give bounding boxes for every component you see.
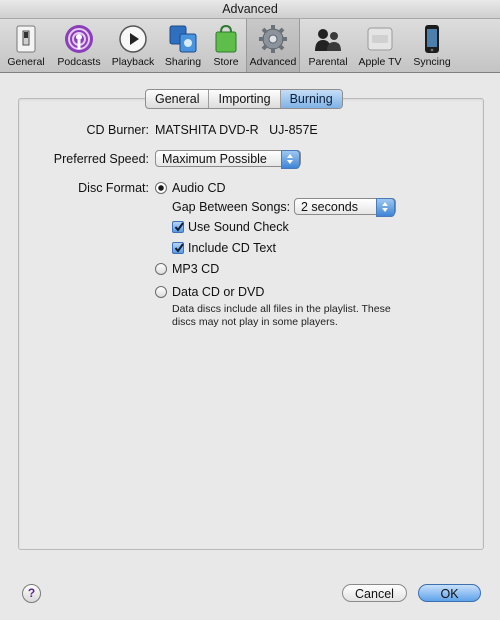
preferences-toolbar: General Podcasts Playback Sharing Store … <box>0 19 500 73</box>
toolbar-item-parental[interactable]: Parental <box>302 19 354 72</box>
store-bag-icon <box>210 23 242 55</box>
parental-icon <box>312 23 344 55</box>
popup-arrows-icon <box>376 198 395 217</box>
general-switch-icon <box>10 23 42 55</box>
toolbar-item-syncing[interactable]: Syncing <box>406 19 458 72</box>
audio-cd-label: Audio CD <box>172 181 226 195</box>
sharing-icon <box>167 23 199 55</box>
preferred-speed-value: Maximum Possible <box>162 152 267 166</box>
include-cd-text-label: Include CD Text <box>188 241 277 255</box>
toolbar-item-podcasts[interactable]: Podcasts <box>52 19 106 72</box>
data-cd-radio[interactable] <box>155 286 167 298</box>
help-button[interactable]: ? <box>22 584 41 603</box>
cancel-button[interactable]: Cancel <box>342 584 407 602</box>
iphone-icon <box>416 23 448 55</box>
include-cd-text-checkbox[interactable] <box>172 242 184 254</box>
toolbar-item-playback[interactable]: Playback <box>108 19 158 72</box>
gap-between-songs-value: 2 seconds <box>301 200 358 214</box>
ok-button[interactable]: OK <box>418 584 481 602</box>
toolbar-item-advanced[interactable]: Advanced <box>246 19 300 72</box>
podcasts-icon <box>63 23 95 55</box>
data-disc-note: Data discs include all files in the play… <box>172 303 422 328</box>
data-disc-note-line: Data discs include all files in the play… <box>172 303 391 315</box>
cd-burner-label: CD Burner: <box>86 123 149 137</box>
toolbar-item-apple-tv[interactable]: Apple TV <box>356 19 404 72</box>
window-title: Advanced <box>0 0 500 19</box>
preferred-speed-select[interactable]: Maximum Possible <box>155 150 301 169</box>
toolbar-label: Playback <box>111 56 155 68</box>
mp3-cd-radio[interactable] <box>155 263 167 275</box>
data-disc-note-line: discs may not play in some players. <box>172 315 338 328</box>
toolbar-item-store[interactable]: Store <box>208 19 244 72</box>
cd-burner-value: MATSHITA DVD-R UJ-857E <box>155 123 318 137</box>
gear-icon <box>257 23 289 55</box>
toolbar-label: Podcasts <box>57 56 101 68</box>
tab-importing[interactable]: Importing <box>209 90 281 108</box>
toolbar-item-general[interactable]: General <box>2 19 50 72</box>
popup-arrows-icon <box>281 150 300 169</box>
apple-tv-icon <box>364 23 396 55</box>
toolbar-item-sharing[interactable]: Sharing <box>160 19 206 72</box>
audio-cd-radio[interactable] <box>155 182 167 194</box>
toolbar-label: Parental <box>308 56 348 68</box>
gap-between-songs-label: Gap Between Songs: <box>172 200 291 214</box>
toolbar-label: Advanced <box>249 56 297 68</box>
use-sound-check-checkbox[interactable] <box>172 221 184 233</box>
toolbar-label: Store <box>213 56 239 68</box>
disc-format-label: Disc Format: <box>78 181 149 195</box>
toolbar-label: Sharing <box>164 56 202 68</box>
mp3-cd-label: MP3 CD <box>172 262 220 276</box>
use-sound-check-label: Use Sound Check <box>188 220 289 234</box>
tab-general[interactable]: General <box>146 90 210 108</box>
settings-tabs: General Importing Burning <box>145 89 343 109</box>
data-cd-label: Data CD or DVD <box>172 285 265 299</box>
toolbar-label: Apple TV <box>358 56 402 68</box>
tab-burning[interactable]: Burning <box>280 90 342 108</box>
preferred-speed-label: Preferred Speed: <box>53 152 149 166</box>
gap-between-songs-select[interactable]: 2 seconds <box>294 198 396 217</box>
toolbar-label: General <box>7 56 45 68</box>
playback-icon <box>117 23 149 55</box>
toolbar-label: Syncing <box>413 56 451 68</box>
